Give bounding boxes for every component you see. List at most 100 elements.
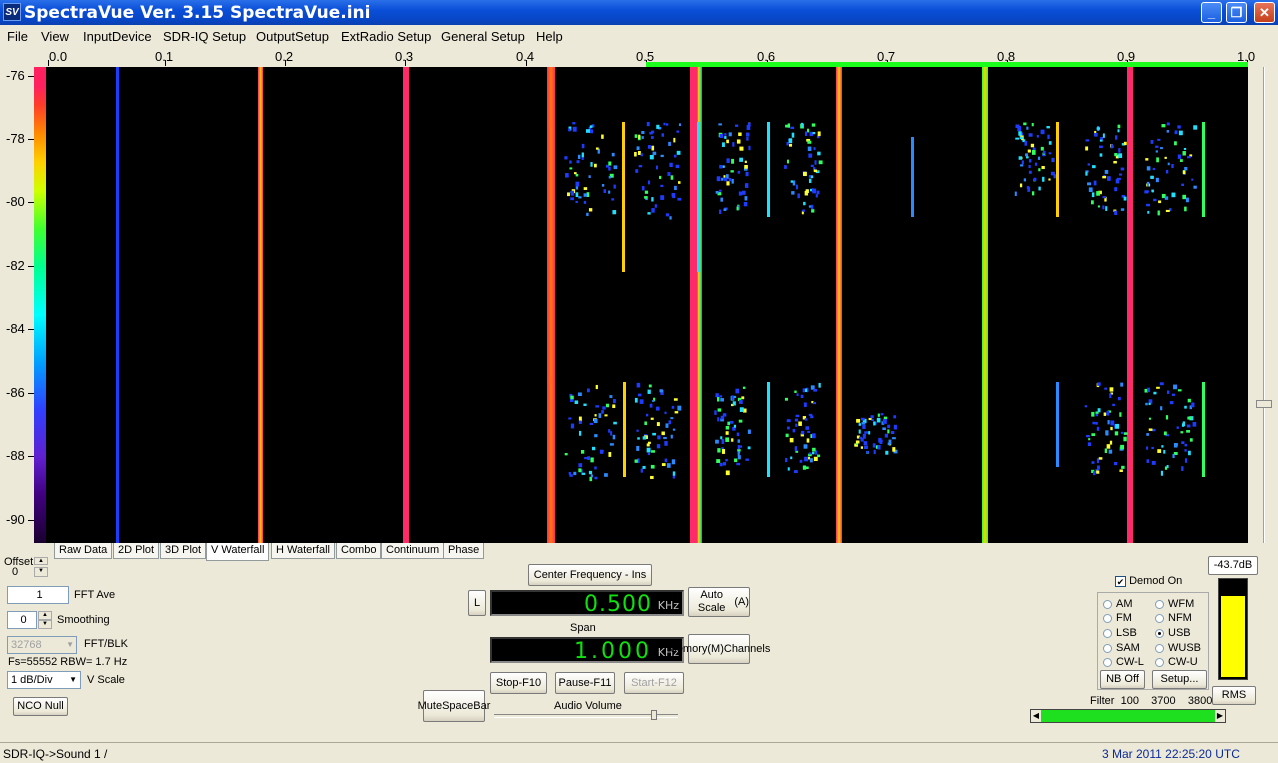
waterfall-pixel	[1096, 127, 1100, 130]
waterfall-pixel	[884, 433, 888, 438]
radio-lsb[interactable]: LSB	[1103, 627, 1137, 639]
y-tick-label: -76	[6, 68, 25, 83]
start-button[interactable]: Start-F12	[624, 672, 684, 694]
waterfall-pixel	[583, 187, 588, 190]
waterfall-pixel	[815, 194, 818, 198]
waterfall-pixel	[790, 180, 794, 183]
waterfall-pixel	[647, 180, 651, 185]
waterfall-pixel	[718, 123, 722, 126]
stop-button[interactable]: Stop-F10	[490, 672, 547, 694]
filter-scrollbar[interactable]: ◀ ▶	[1030, 709, 1226, 723]
waterfall-pixel	[564, 156, 568, 160]
waterfall-pixel	[1146, 166, 1151, 171]
menu-extradio-setup[interactable]: ExtRadio Setup	[341, 29, 431, 44]
pause-button[interactable]: Pause-F11	[555, 672, 615, 694]
waterfall-pixel	[1182, 151, 1186, 156]
radio-cw-u[interactable]: CW-U	[1155, 656, 1198, 668]
waterfall-pixel	[1158, 200, 1162, 204]
center-frequency-display[interactable]: 0.500 KHz	[490, 590, 684, 617]
waterfall-pixel	[1088, 187, 1093, 192]
auto-scale-button[interactable]: Auto Scale (A)	[688, 587, 750, 617]
radio-wfm[interactable]: WFM	[1155, 598, 1194, 610]
tab-combo[interactable]: Combo	[336, 543, 382, 559]
minimize-button[interactable]: _	[1201, 2, 1222, 23]
center-frequency-button[interactable]: Center Frequency - Ins	[528, 564, 652, 586]
audio-volume-thumb[interactable]	[651, 710, 657, 720]
waterfall-pixel	[817, 151, 821, 156]
tab-phase[interactable]: Phase	[443, 543, 485, 559]
fft-ave-input[interactable]: 1	[7, 586, 69, 604]
offset-up-arrow[interactable]: ▲	[34, 557, 48, 565]
tab-2d-plot[interactable]: 2D Plot	[113, 543, 160, 559]
offset-down-arrow[interactable]: ▼	[34, 567, 48, 577]
signal-trace	[623, 382, 626, 477]
radio-am[interactable]: AM	[1103, 598, 1133, 610]
waterfall-pixel	[672, 471, 676, 476]
waterfall-pixel	[594, 476, 598, 480]
waterfall-pixel	[601, 134, 604, 139]
radio-sam[interactable]: SAM	[1103, 642, 1140, 654]
waterfall-pixel	[578, 416, 582, 421]
waterfall-pixel	[1169, 401, 1174, 405]
waterfall-pixel	[1014, 191, 1017, 197]
waterfall-pixel	[737, 439, 740, 443]
waterfall-pixel	[1115, 135, 1118, 140]
radio-cw-l[interactable]: CW-L	[1103, 656, 1144, 668]
waterfall-pixel	[1110, 144, 1114, 149]
menu-sdriq-setup[interactable]: SDR-IQ Setup	[163, 29, 246, 44]
tab-raw-data[interactable]: Raw Data	[54, 543, 113, 559]
menu-view[interactable]: View	[41, 29, 69, 44]
waterfall-pixel	[1105, 206, 1108, 211]
smoothing-input[interactable]: 0	[7, 611, 37, 629]
waterfall-pixel	[1048, 178, 1051, 181]
y-tick-label: -78	[6, 131, 25, 146]
menu-inputdevice[interactable]: InputDevice	[83, 29, 152, 44]
waterfall-pixel	[804, 418, 808, 421]
smoothing-down-arrow[interactable]: ▼	[38, 620, 52, 629]
radio-wusb[interactable]: WUSB	[1155, 642, 1201, 654]
waterfall-pixel	[1024, 140, 1027, 146]
smoothing-up-arrow[interactable]: ▲	[38, 611, 52, 620]
scroll-right-icon[interactable]: ▶	[1215, 710, 1225, 722]
signal-trace	[767, 122, 770, 217]
rms-button[interactable]: RMS	[1212, 686, 1256, 705]
mute-button[interactable]: Mute SpaceBar	[418, 690, 490, 722]
memory-channels-button[interactable]: Memory(M) Channels	[668, 634, 770, 664]
tab-continuum[interactable]: Continuum	[381, 543, 445, 559]
scroll-left-icon[interactable]: ◀	[1031, 710, 1041, 722]
menu-file[interactable]: File	[7, 29, 28, 44]
waterfall-pixel	[601, 410, 604, 414]
close-button[interactable]: ✕	[1254, 2, 1275, 23]
waterfall-pixel	[791, 132, 795, 138]
demod-on-checkbox[interactable]: ✔ Demod On	[1115, 575, 1182, 587]
waterfall-display[interactable]	[34, 67, 1248, 543]
waterfall-pixel	[1026, 126, 1029, 130]
nb-off-button[interactable]: NB Off	[1100, 670, 1145, 689]
nco-null-button[interactable]: NCO Null	[13, 697, 68, 716]
waterfall-pixel	[593, 418, 598, 424]
waterfall-pixel	[714, 410, 717, 415]
title-bar[interactable]: SV SpectraVue Ver. 3.15 SpectraVue.ini _…	[0, 0, 1278, 25]
fft-blk-select[interactable]: 32768 ▼	[7, 636, 77, 654]
menu-outputsetup[interactable]: OutputSetup	[256, 29, 329, 44]
waterfall-pixel	[575, 173, 579, 177]
span-display[interactable]: 1.000 KHz	[490, 637, 684, 664]
tab-3d-plot[interactable]: 3D Plot	[160, 543, 207, 559]
setup-button[interactable]: Setup...	[1152, 670, 1207, 689]
tab-v-waterfall[interactable]: V Waterfall	[206, 543, 270, 561]
radio-fm[interactable]: FM	[1103, 612, 1132, 624]
vscale-select[interactable]: 1 dB/Div ▼	[7, 671, 81, 689]
waterfall-pixel	[860, 417, 865, 421]
scroll-thumb[interactable]	[1256, 400, 1272, 408]
menu-help[interactable]: Help	[536, 29, 563, 44]
l-button[interactable]: L	[468, 590, 486, 616]
radio-nfm[interactable]: NFM	[1155, 612, 1192, 624]
waterfall-pixel	[803, 201, 806, 206]
menu-general-setup[interactable]: General Setup	[441, 29, 525, 44]
waterfall-pixel	[644, 196, 648, 199]
radio-usb[interactable]: USB	[1155, 627, 1191, 639]
tab-h-waterfall[interactable]: H Waterfall	[271, 543, 335, 559]
maximize-button[interactable]: ❐	[1226, 2, 1247, 23]
waterfall-pixel	[1151, 460, 1156, 465]
vertical-scrollbar[interactable]	[1256, 67, 1272, 543]
